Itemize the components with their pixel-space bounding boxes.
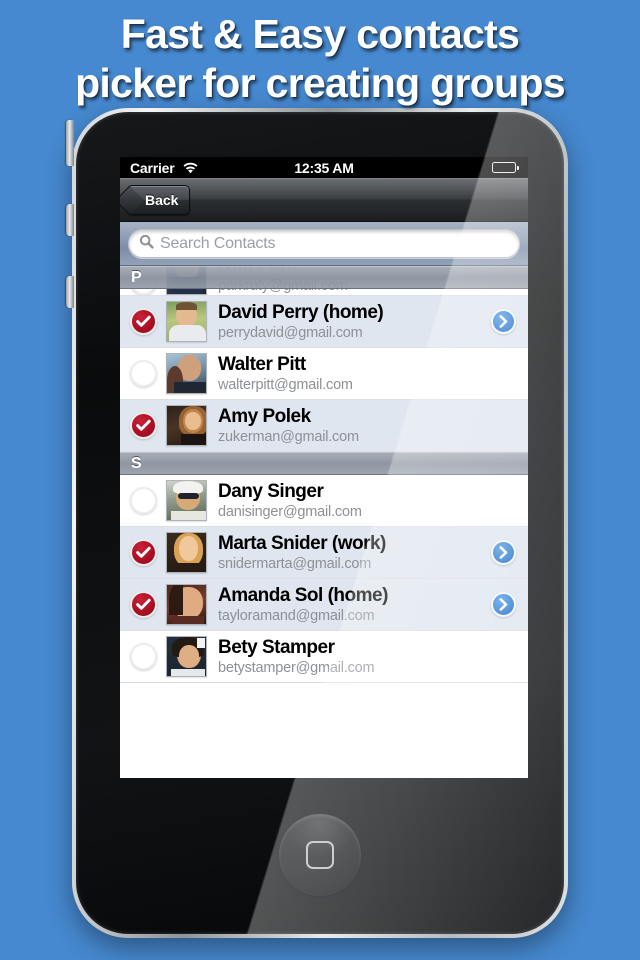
volume-down-button[interactable] (66, 276, 74, 308)
selection-checkbox[interactable] (130, 412, 157, 439)
avatar (166, 301, 207, 342)
volume-up-button[interactable] (66, 204, 74, 236)
table-row[interactable]: Amy Polek zukerman@gmail.com (120, 400, 528, 452)
back-arrow-icon (120, 185, 145, 215)
table-row[interactable]: Dany Singer danisinger@gmail.com (120, 475, 528, 527)
contact-email: walterpitt@gmail.com (218, 376, 353, 393)
search-placeholder: Search Contacts (160, 234, 276, 252)
selection-checkbox[interactable] (130, 591, 157, 618)
contact-list[interactable]: Ruti Park parkruty@gmail.com P (120, 266, 528, 778)
table-row[interactable]: Bety Stamper betystamper@gmail.com (120, 631, 528, 683)
contact-email: tayloramand@gmail.com (218, 607, 375, 624)
home-button[interactable] (279, 814, 361, 896)
contact-name: Bety Stamper (218, 636, 335, 658)
table-row[interactable]: Amanda Sol (home) tayloramand@gmail.com (120, 579, 528, 631)
disclosure-icon[interactable] (491, 309, 516, 334)
silent-switch[interactable] (66, 120, 74, 166)
contact-email: danisinger@gmail.com (218, 503, 362, 520)
avatar (166, 480, 207, 521)
back-button[interactable]: Back (120, 184, 191, 215)
clock-label: 12:35 AM (294, 159, 354, 176)
selection-checkbox[interactable] (130, 308, 157, 335)
section-header-p: P (120, 266, 528, 289)
section-header-s: S (120, 452, 528, 475)
selection-checkbox[interactable] (130, 643, 157, 670)
contact-text: Dany Singer danisinger@gmail.com (218, 481, 491, 521)
table-row[interactable]: David Perry (home) perrydavid@gmail.com (120, 296, 528, 348)
contact-text: Marta Snider (work) snidermarta@gmail.co… (218, 533, 491, 573)
contact-name: Marta Snider (work) (218, 532, 386, 554)
contact-text: Amy Polek zukerman@gmail.com (218, 406, 491, 446)
disclosure-icon[interactable] (491, 592, 516, 617)
selection-checkbox[interactable] (130, 360, 157, 387)
contact-name: Dany Singer (218, 480, 324, 502)
search-input[interactable]: Search Contacts (128, 229, 520, 258)
search-bar: Search Contacts (120, 222, 528, 266)
contact-name: Walter Pitt (218, 353, 306, 375)
table-row[interactable]: Walter Pitt walterpitt@gmail.com (120, 348, 528, 400)
contact-text: Bety Stamper betystamper@gmail.com (218, 637, 491, 677)
contact-email: betystamper@gmail.com (218, 659, 375, 676)
contact-name: David Perry (home) (218, 301, 384, 323)
battery-icon (492, 162, 519, 173)
home-button-icon (306, 841, 334, 869)
avatar (166, 636, 207, 677)
contact-text: Walter Pitt walterpitt@gmail.com (218, 354, 491, 394)
status-bar: Carrier 12:35 AM (120, 157, 528, 178)
avatar (166, 532, 207, 573)
contact-name: Amy Polek (218, 405, 311, 427)
contact-text: David Perry (home) perrydavid@gmail.com (218, 302, 491, 342)
avatar (166, 405, 207, 446)
contact-email: zukerman@gmail.com (218, 428, 359, 445)
headline-line-2: picker for creating groups (75, 60, 566, 106)
iphone-device: Carrier 12:35 AM Back Search Contacts P … (66, 108, 568, 938)
avatar (166, 584, 207, 625)
contact-text: Amanda Sol (home) tayloramand@gmail.com (218, 585, 491, 625)
phone-screen: Carrier 12:35 AM Back Search Contacts P … (120, 157, 528, 778)
back-button-label: Back (145, 191, 179, 208)
contact-email: snidermarta@gmail.com (218, 555, 372, 572)
selection-checkbox[interactable] (130, 539, 157, 566)
headline-line-1: Fast & Easy contacts (120, 11, 520, 57)
disclosure-icon[interactable] (491, 540, 516, 565)
promo-headline: Fast & Easy contacts picker for creating… (0, 0, 640, 112)
navigation-bar: Back (120, 178, 528, 222)
selection-checkbox[interactable] (130, 487, 157, 514)
contact-email: perrydavid@gmail.com (218, 324, 363, 341)
table-row[interactable]: Marta Snider (work) snidermarta@gmail.co… (120, 527, 528, 579)
avatar (166, 353, 207, 394)
search-icon (139, 234, 154, 254)
contact-name: Amanda Sol (home) (218, 584, 388, 606)
